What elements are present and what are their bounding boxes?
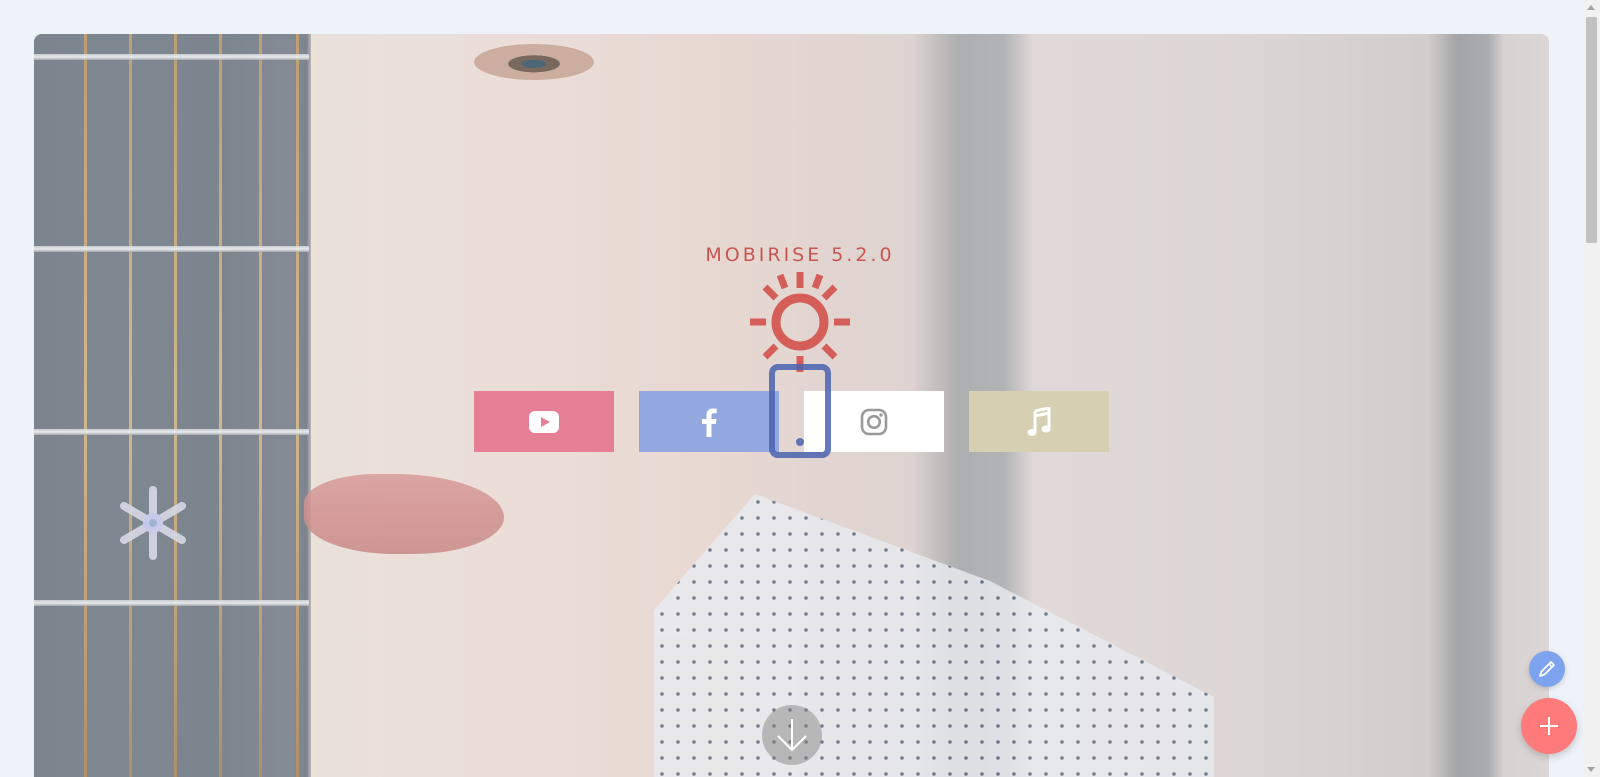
sun-icon [750,272,850,372]
facebook-icon [702,408,717,437]
scrollbar-thumb[interactable] [1586,17,1597,243]
brand-title: MOBIRISE 5.2.0 [705,244,895,266]
facebook-button[interactable] [639,391,779,452]
music-button[interactable] [969,391,1109,452]
youtube-icon [529,410,559,433]
scroll-down-arrow-icon[interactable] [1587,767,1595,772]
scroll-down-button[interactable] [762,705,822,765]
instagram-icon [860,408,888,435]
youtube-button[interactable] [474,391,614,452]
phone-icon [769,364,831,458]
pencil-icon [1539,661,1555,677]
page: MOBIRISE 5.2.0 [0,0,1600,777]
hero-content: MOBIRISE 5.2.0 [0,0,1600,777]
edit-button[interactable] [1529,651,1565,687]
add-block-button[interactable] [1521,698,1577,754]
plus-icon [1540,717,1558,735]
arrow-down-icon [777,719,807,752]
scroll-up-arrow-icon[interactable] [1587,5,1595,10]
vertical-scrollbar[interactable] [1583,0,1600,777]
music-note-icon [1027,406,1051,436]
